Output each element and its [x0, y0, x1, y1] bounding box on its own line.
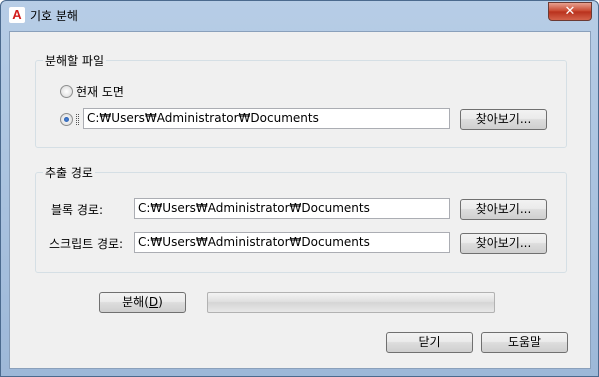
block-path-label: 블록 경로: [51, 203, 104, 217]
split-file-browse-button[interactable]: 찾아보기... [460, 109, 547, 130]
title-bar[interactable]: A 기호 분해 ✕ [1, 1, 598, 31]
extract-path-group-label: 추출 경로 [43, 164, 95, 181]
close-icon: ✕ [564, 4, 576, 19]
dialog-window: A 기호 분해 ✕ 분해할 파일 현재 도면 C:₩Users₩Administ… [0, 0, 599, 377]
file-path-radio[interactable] [60, 113, 73, 126]
split-file-path-field[interactable]: C:₩Users₩Administrator₩Documents [83, 108, 450, 129]
explode-button-label-end: ) [158, 295, 163, 309]
help-button[interactable]: 도움말 [481, 332, 568, 353]
extract-path-group [35, 172, 567, 273]
split-file-group [35, 60, 567, 148]
explode-button-mnemonic: D [148, 295, 159, 309]
close-window-button[interactable]: ✕ [548, 2, 592, 21]
block-path-browse-button[interactable]: 찾아보기... [460, 199, 547, 220]
split-file-group-label: 분해할 파일 [43, 52, 107, 69]
script-path-field[interactable]: C:₩Users₩Administrator₩Documents [134, 232, 450, 253]
close-button[interactable]: 닫기 [386, 332, 473, 353]
current-drawing-label[interactable]: 현재 도면 [76, 83, 124, 100]
window-title: 기호 분해 [30, 9, 78, 23]
script-path-label: 스크립트 경로: [49, 237, 124, 251]
current-drawing-radio[interactable] [60, 85, 73, 98]
script-path-browse-button[interactable]: 찾아보기... [460, 233, 547, 254]
explode-progress-bar [207, 292, 495, 313]
radio-focus-indicator [76, 114, 79, 125]
block-path-field[interactable]: C:₩Users₩Administrator₩Documents [134, 198, 450, 219]
explode-button-label: 분해( [122, 295, 149, 309]
dialog-client-area: 분해할 파일 현재 도면 C:₩Users₩Administrator₩Docu… [9, 31, 591, 369]
autocad-app-icon[interactable]: A [9, 7, 25, 23]
explode-button[interactable]: 분해(D) [99, 292, 186, 313]
